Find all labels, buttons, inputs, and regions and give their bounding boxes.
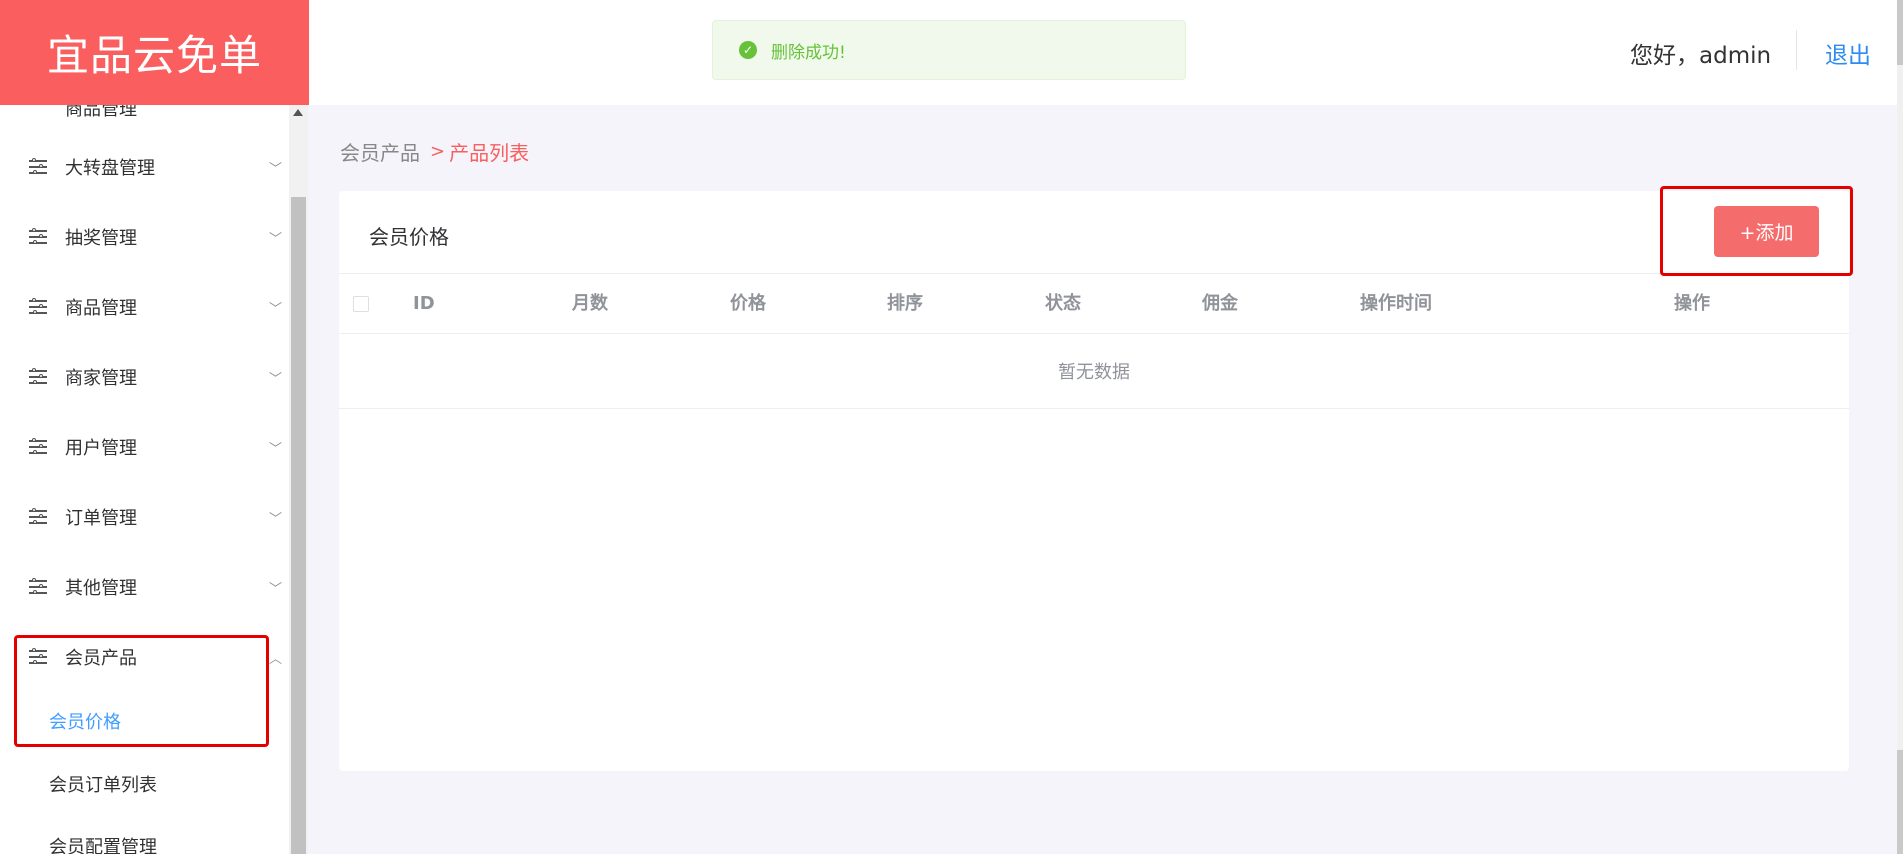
page-scrollbar[interactable] [1897, 0, 1903, 854]
sidebar-item-label: 订单管理 [65, 508, 137, 529]
column-header-price[interactable]: 价格 [730, 274, 766, 334]
sidebar-item-orders[interactable]: 订单管理 ﹀ [0, 487, 289, 547]
sidebar-scrollbar-thumb[interactable] [291, 197, 306, 854]
sidebar-item-cut: 商品管理 [65, 105, 137, 120]
sliders-icon [29, 648, 47, 666]
chevron-down-icon: ﹀ [269, 231, 283, 247]
sidebar-item-membership[interactable]: 会员产品 ︿ [0, 627, 289, 687]
sidebar-subitem-member-config[interactable]: 会员配置管理 [0, 821, 289, 854]
sidebar-item-lottery[interactable]: 抽奖管理 ﹀ [0, 207, 289, 267]
page-scrollbar-thumb-top[interactable] [1897, 0, 1903, 65]
column-header-id[interactable]: ID [413, 274, 435, 334]
sidebar-item-label: 大转盘管理 [65, 158, 155, 179]
column-header-actions[interactable]: 操作 [1674, 274, 1710, 334]
sidebar-item-wheel[interactable]: 大转盘管理 ﹀ [0, 137, 289, 197]
header-divider [1796, 30, 1797, 70]
sliders-icon [29, 368, 47, 386]
page-scrollbar-thumb-bottom[interactable] [1897, 750, 1903, 854]
sidebar-subitem-label: 会员价格 [49, 712, 121, 733]
column-header-commission[interactable]: 佣金 [1202, 274, 1238, 334]
app-logo: 宜品云免单 [0, 0, 309, 105]
column-header-status[interactable]: 状态 [1045, 274, 1081, 334]
top-header: 宜品云免单 ✓ 删除成功! 您好，admin 退出 [0, 0, 1903, 105]
sidebar-item-label: 其他管理 [65, 578, 137, 599]
sidebar-subitem-member-orders[interactable]: 会员订单列表 [0, 759, 289, 809]
sidebar-item-label: 用户管理 [65, 438, 137, 459]
breadcrumb: 会员产品 > 产品列表 [340, 137, 529, 166]
sidebar-item-other[interactable]: 其他管理 ﹀ [0, 557, 289, 617]
add-button[interactable]: +添加 [1714, 206, 1819, 257]
table-empty-state: 暂无数据 [339, 334, 1849, 409]
sidebar-item-label: 抽奖管理 [65, 228, 137, 249]
select-all-checkbox[interactable] [353, 296, 369, 312]
sidebar-scrollbar[interactable] [289, 105, 308, 854]
sidebar-item-label: 商家管理 [65, 368, 137, 389]
chevron-down-icon: ﹀ [269, 511, 283, 527]
sliders-icon [29, 298, 47, 316]
sidebar-item-products[interactable]: 商品管理 ﹀ [0, 277, 289, 337]
chevron-up-icon: ︿ [269, 651, 283, 667]
sidebar-subitem-member-price[interactable]: 会员价格 [0, 696, 289, 746]
content-card: 会员价格 +添加 ID 月数 价格 排序 状态 佣金 操作时间 操作 暂无数据 [339, 191, 1849, 771]
chevron-down-icon: ﹀ [269, 301, 283, 317]
chevron-right-icon: > [430, 141, 446, 162]
sidebar-subitem-label: 会员配置管理 [49, 837, 157, 854]
sliders-icon [29, 508, 47, 526]
column-header-operation-time[interactable]: 操作时间 [1360, 274, 1432, 334]
sliders-icon [29, 438, 47, 456]
scroll-up-arrow-icon[interactable] [293, 109, 303, 116]
sliders-icon [29, 158, 47, 176]
sliders-icon [29, 578, 47, 596]
sidebar-item-label: 商品管理 [65, 298, 137, 319]
sidebar-item-merchants[interactable]: 商家管理 ﹀ [0, 347, 289, 407]
chevron-down-icon: ﹀ [269, 371, 283, 387]
column-header-sort[interactable]: 排序 [887, 274, 923, 334]
chevron-down-icon: ﹀ [269, 161, 283, 177]
table-header: ID 月数 价格 排序 状态 佣金 操作时间 操作 [339, 274, 1849, 334]
breadcrumb-parent[interactable]: 会员产品 [340, 137, 420, 166]
card-title: 会员价格 [369, 225, 449, 249]
user-greeting: 您好，admin [1630, 43, 1772, 69]
breadcrumb-current: 产品列表 [449, 141, 530, 165]
sidebar-item-label: 会员产品 [65, 648, 137, 669]
sidebar-item-users[interactable]: 用户管理 ﹀ [0, 417, 289, 477]
sidebar: 商品管理 大转盘管理 ﹀ 抽奖管理 ﹀ 商品管理 ﹀ 商家管理 ﹀ 用户管理 ﹀… [0, 105, 308, 854]
column-header-months[interactable]: 月数 [572, 274, 608, 334]
success-toast: ✓ 删除成功! [712, 20, 1186, 80]
check-circle-icon: ✓ [739, 41, 757, 59]
sidebar-subitem-label: 会员订单列表 [49, 775, 157, 796]
chevron-down-icon: ﹀ [269, 581, 283, 597]
sliders-icon [29, 228, 47, 246]
logout-link[interactable]: 退出 [1825, 36, 1871, 70]
toast-message: 删除成功! [771, 42, 846, 63]
chevron-down-icon: ﹀ [269, 441, 283, 457]
